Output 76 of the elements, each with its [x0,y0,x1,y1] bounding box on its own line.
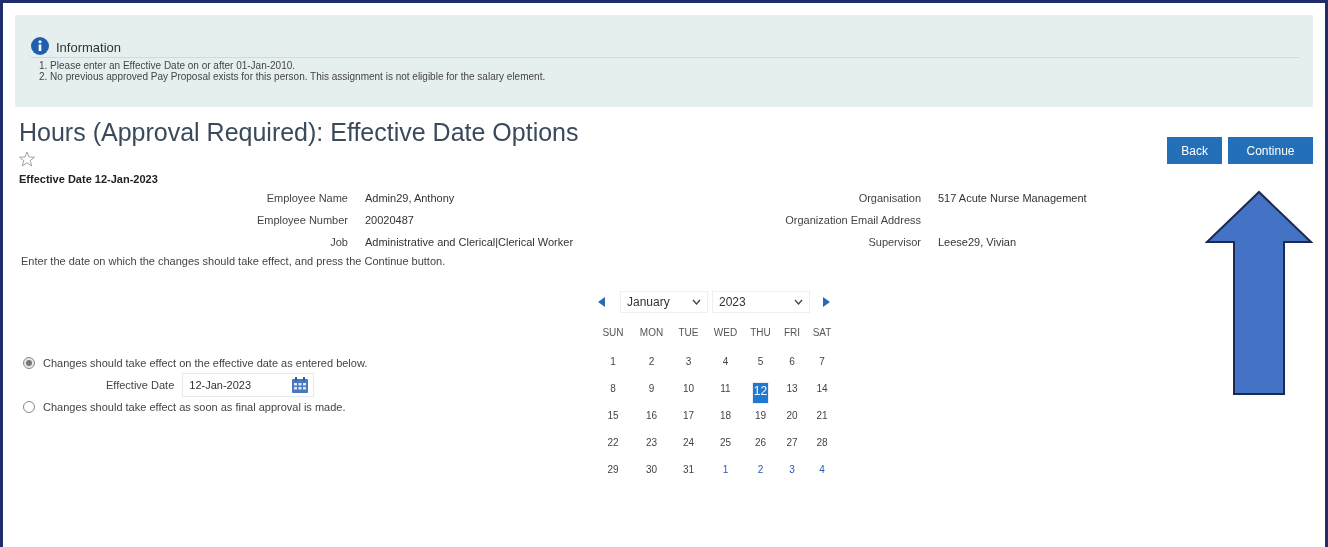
calendar-day[interactable]: 5 [756,355,765,368]
calendar-day[interactable]: 25 [718,436,733,449]
calendar-day[interactable]: 19 [753,409,768,422]
calendar-day[interactable]: 15 [606,409,620,422]
instruction-text: Enter the date on which the changes should take effect, and press the Continue button. [20,255,447,267]
calendar-day[interactable]: 24 [681,436,696,449]
calendar-day[interactable]: 23 [644,436,659,449]
radio-button[interactable] [23,357,35,369]
chevron-icon [692,299,701,305]
chevron-icon [794,299,803,305]
weekday-label: TUE [677,327,700,340]
calendar-day[interactable]: 11 [719,382,732,395]
calendar-day[interactable]: 26 [753,436,768,449]
calendar-day[interactable]: 14 [815,382,829,395]
calendar-day[interactable]: 16 [644,409,659,422]
calendar-day[interactable]: 18 [718,409,733,422]
weekday-label: MON [638,327,665,340]
calendar-day[interactable]: 3 [684,355,693,368]
calendar-day[interactable]: 30 [644,463,659,476]
calendar-day[interactable]: 7 [818,355,826,368]
field-label: Organization Email Address [784,213,921,227]
calendar-day[interactable]: 12 [751,382,770,404]
continue-button[interactable]: Continue [1228,137,1313,164]
previous-month-icon[interactable] [598,297,606,307]
page-title: Hours (Approval Required): Effective Date Options [19,117,579,147]
next-month-icon[interactable] [822,297,830,307]
calendar-day[interactable]: 22 [606,436,620,449]
field-label: Organisation [857,191,921,205]
calendar-day[interactable]: 2 [756,463,765,476]
information-message: 2. No previous approved Pay Proposal exists for this person. This assignment is not eligible for the salary element. [39,71,547,82]
field-value: 20020487 [365,213,415,227]
field-value: Administrative and Clerical|Clerical Worker [365,235,575,249]
back-button[interactable]: Back [1167,137,1222,164]
field-label: Employee Number [255,213,348,227]
info-icon [31,37,49,55]
calendar-day[interactable]: 20 [785,409,799,422]
option-label: Changes should take effect on the effective date as entered below. [43,357,368,369]
field-label: Job [329,235,348,249]
calendar-day[interactable]: 27 [785,436,799,449]
field-value: Leese29, Vivian [938,235,1018,249]
calendar-day[interactable]: 1 [609,355,617,368]
calendar-day[interactable]: 4 [721,355,730,368]
calendar-day[interactable]: 8 [609,382,617,395]
field-value: 517 Acute Nurse Management [938,191,1088,205]
year-dropdown[interactable]: 2023 [712,291,810,313]
calendar-day[interactable]: 17 [681,409,696,422]
field-label: Supervisor [867,235,921,249]
weekday-label: THU [749,327,772,340]
calendar-day[interactable]: 21 [815,409,829,422]
weekday-label: FRI [782,327,802,340]
calendar-day[interactable]: 3 [788,463,796,476]
calendar-day[interactable]: 4 [818,463,826,476]
information-message: 1. Please enter an Effective Date on or after 01-Jan-2010. [39,60,297,71]
field-label: Employee Name [265,191,348,205]
option-label: Changes should take effect as soon as final approval is made. [43,401,346,413]
weekday-label: WED [712,327,739,340]
field-label: Effective Date [106,379,175,391]
weekday-label: SUN [601,327,625,340]
calendar-day[interactable]: 2 [647,355,656,368]
calendar-day[interactable]: 1 [721,463,730,476]
date-input-field[interactable]: 12-Jan-2023 [182,373,315,397]
month-dropdown[interactable]: January [620,291,708,313]
calendar-day[interactable]: 13 [785,382,799,395]
radio-button[interactable] [23,401,35,413]
calendar-day[interactable]: 6 [788,355,796,368]
star-icon[interactable] [19,151,35,167]
calendar-day[interactable]: 31 [681,463,696,476]
field-value: Admin29, Anthony [365,191,456,205]
calendar-day[interactable]: 9 [647,382,656,395]
weekday-label: SAT [811,327,833,340]
calendar-day[interactable]: 10 [681,382,696,395]
calendar-icon[interactable] [291,376,310,394]
calendar-day[interactable]: 29 [606,463,620,476]
calendar-day[interactable]: 28 [815,436,829,449]
information-title: Information [56,40,122,55]
effective-date-text: Effective Date 12-Jan-2023 [19,173,159,185]
